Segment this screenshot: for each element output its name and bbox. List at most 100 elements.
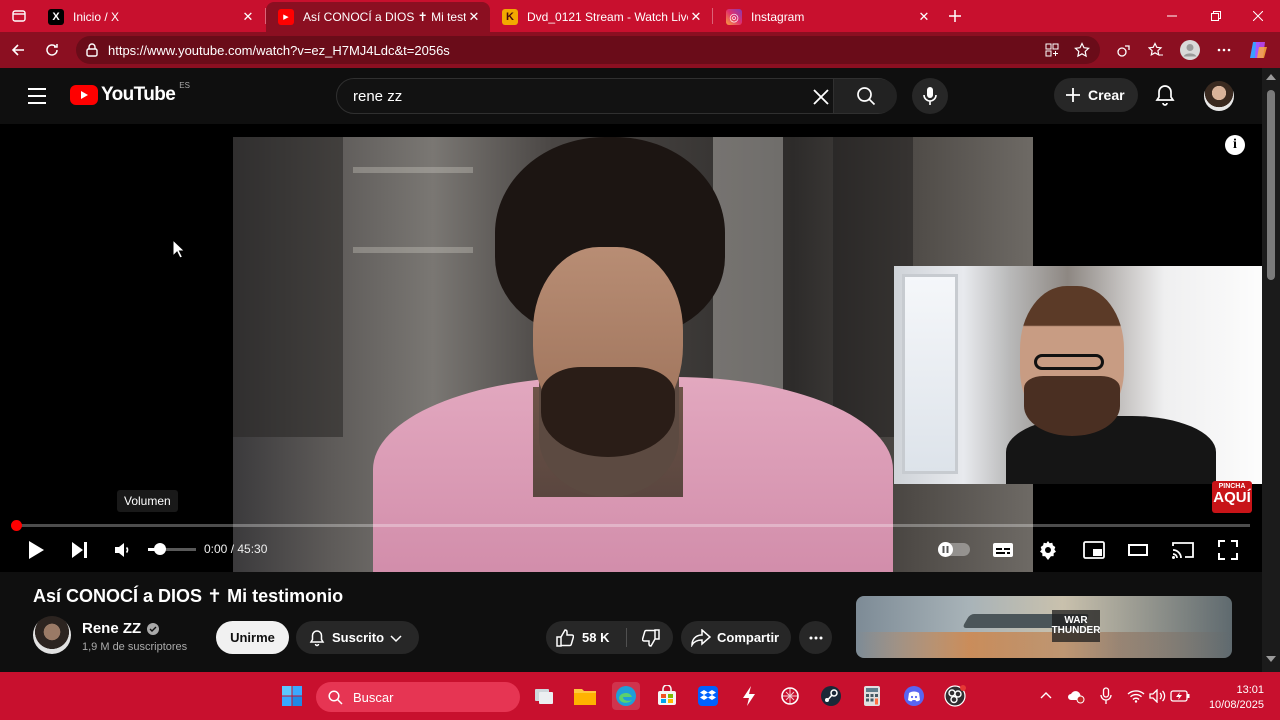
page-scrollbar[interactable] <box>1262 68 1280 672</box>
dislike-button[interactable] <box>628 621 673 654</box>
tab-twitter[interactable]: X Inicio / X ✕ <box>36 2 264 32</box>
miniplayer-button[interactable] <box>1080 536 1108 564</box>
tab-instagram[interactable]: ◎ Instagram ✕ <box>714 2 940 32</box>
copilot-button[interactable] <box>1246 38 1270 62</box>
scroll-up-arrow-icon[interactable] <box>1266 74 1276 80</box>
pause-icon <box>942 546 949 553</box>
steam-button[interactable] <box>817 682 845 710</box>
share-button[interactable]: Compartir <box>681 621 791 654</box>
close-tab-icon[interactable]: ✕ <box>240 9 256 25</box>
tab-actions-icon <box>12 10 26 22</box>
restore-icon <box>1211 11 1221 21</box>
mute-button[interactable] <box>108 536 136 564</box>
volume-tray-button[interactable] <box>1148 686 1168 706</box>
show-hidden-icons-button[interactable] <box>1036 686 1056 706</box>
lightning-app-button[interactable] <box>735 682 763 710</box>
settings-button[interactable] <box>1034 536 1062 564</box>
join-button[interactable]: Unirme <box>216 621 289 654</box>
close-tab-icon[interactable]: ✕ <box>688 9 704 25</box>
tab-actions-button[interactable] <box>6 0 32 32</box>
scroll-down-arrow-icon[interactable] <box>1266 656 1276 662</box>
close-tab-icon[interactable]: ✕ <box>916 9 932 25</box>
address-bar[interactable]: https://www.youtube.com/watch?v=ez_H7MJ4… <box>76 36 1100 64</box>
start-button[interactable] <box>278 682 306 710</box>
youtube-logo[interactable]: YouTube ES <box>70 81 190 106</box>
minimize-button[interactable] <box>1150 0 1194 32</box>
restore-button[interactable] <box>1194 0 1238 32</box>
promo-badge[interactable]: PINCHA AQUÍ <box>1212 481 1252 513</box>
settings-menu-button[interactable] <box>1212 38 1236 62</box>
site-info-icon[interactable] <box>84 42 100 58</box>
tab-kick-stream[interactable]: K Dvd_0121 Stream - Watch Live on ✕ <box>490 2 712 32</box>
progress-scrubber[interactable] <box>11 520 22 531</box>
back-button[interactable] <box>4 36 32 64</box>
volume-slider[interactable] <box>148 543 196 555</box>
copilot-icon <box>1250 42 1267 58</box>
discord-button[interactable] <box>900 682 928 710</box>
edge-browser-button[interactable] <box>612 682 640 710</box>
chatgpt-button[interactable] <box>776 682 804 710</box>
youtube-favicon-icon: ▶ <box>278 9 294 25</box>
play-button[interactable] <box>22 536 50 564</box>
cast-button[interactable] <box>1169 536 1197 564</box>
youtube-wordmark: YouTube <box>101 84 176 105</box>
reload-button[interactable] <box>38 36 66 64</box>
folder-icon <box>574 689 596 705</box>
search-input[interactable] <box>351 79 811 113</box>
subscribed-button[interactable]: Suscrito <box>296 621 419 654</box>
battery-button[interactable] <box>1170 686 1190 706</box>
volume-icon <box>115 543 129 557</box>
cloud-off-icon <box>1068 691 1085 704</box>
close-window-button[interactable] <box>1236 0 1280 32</box>
info-icon[interactable]: i <box>1225 135 1245 155</box>
file-explorer-button[interactable] <box>571 682 599 710</box>
ad-banner[interactable]: WAR THUNDER <box>856 596 1232 658</box>
close-tab-icon[interactable]: ✕ <box>466 9 482 25</box>
notifications-button[interactable] <box>1152 82 1178 108</box>
subtitles-button[interactable] <box>989 536 1017 564</box>
taskbar-clock[interactable]: 13:01 10/08/2025 <box>1198 683 1264 713</box>
app-available-button[interactable] <box>1040 38 1064 62</box>
theater-mode-button[interactable] <box>1124 536 1152 564</box>
account-avatar[interactable] <box>1204 81 1234 111</box>
create-button[interactable]: Crear <box>1054 78 1138 112</box>
scrollbar-thumb[interactable] <box>1267 90 1275 280</box>
wifi-button[interactable] <box>1126 686 1146 706</box>
video-player[interactable]: PINCHA AQUÍ i Volumen 0:00 / 45:30 <box>0 124 1262 572</box>
autoplay-toggle[interactable] <box>938 542 970 557</box>
search-button[interactable] <box>833 79 897 113</box>
task-view-button[interactable] <box>530 682 558 710</box>
taskbar-search[interactable]: Buscar <box>316 682 520 712</box>
network-status-button[interactable] <box>1066 686 1086 706</box>
youtube-masthead: YouTube ES Crear <box>0 68 1262 124</box>
next-button[interactable] <box>66 536 94 564</box>
clear-search-button[interactable] <box>809 85 833 109</box>
volume-slider-knob[interactable] <box>154 543 166 555</box>
favorite-button[interactable] <box>1070 38 1094 62</box>
profile-button[interactable] <box>1178 38 1202 62</box>
voice-search-button[interactable] <box>912 78 948 114</box>
dropbox-button[interactable] <box>694 682 722 710</box>
extensions-icon <box>1117 45 1130 57</box>
fullscreen-button[interactable] <box>1214 536 1242 564</box>
mouse-cursor-icon <box>172 239 186 259</box>
channel-name-link[interactable]: Rene ZZ <box>82 620 160 637</box>
like-dislike-group: 58 K <box>546 621 673 654</box>
extensions-button[interactable] <box>1112 38 1136 62</box>
more-actions-button[interactable] <box>799 621 832 654</box>
fullscreen-icon <box>1218 540 1238 560</box>
bell-icon <box>1155 85 1175 106</box>
like-button[interactable]: 58 K <box>546 621 626 654</box>
progress-bar[interactable] <box>16 524 1250 527</box>
guide-menu-button[interactable] <box>26 86 48 106</box>
microphone-tray-button[interactable] <box>1096 686 1116 706</box>
channel-avatar[interactable] <box>33 616 71 654</box>
tab-youtube-video[interactable]: ▶ Así CONOCÍ a DIOS ✝ Mi testimonio ✕ <box>266 2 490 32</box>
calculator-button[interactable] <box>858 682 886 710</box>
obs-button[interactable] <box>941 682 969 710</box>
store-icon <box>658 685 676 705</box>
favorites-hub-button[interactable] <box>1144 38 1168 62</box>
new-tab-button[interactable] <box>942 0 968 32</box>
microsoft-store-button[interactable] <box>653 682 681 710</box>
taskbar-search-placeholder: Buscar <box>353 689 394 705</box>
